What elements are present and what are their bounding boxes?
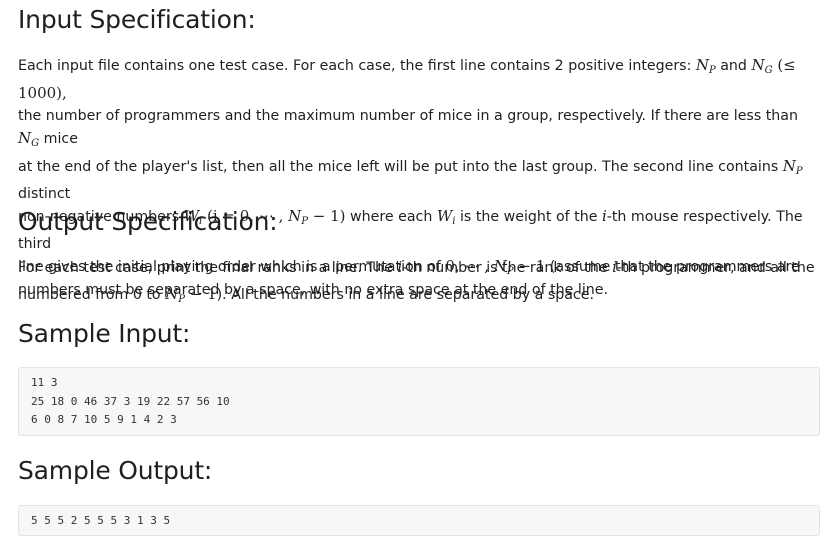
sample-input-title: Sample Input: <box>18 319 191 348</box>
text: -th programmer, and all the <box>616 260 815 276</box>
text: For each test case, print the final rank… <box>18 260 398 276</box>
code-line: 6 0 8 7 10 5 9 1 4 2 3 <box>31 413 177 426</box>
sample-output-code[interactable]: 5 5 5 2 5 5 5 3 1 3 5 <box>18 505 820 536</box>
text: numbers must be separated by a space, wi… <box>18 282 608 298</box>
math-ng: NG <box>18 129 40 149</box>
text: and <box>715 58 752 74</box>
text: the number of programmers and the maximu… <box>18 108 798 124</box>
text: distinct <box>18 186 71 202</box>
text: Each input file contains one test case. … <box>18 58 696 74</box>
text: at the end of the player's list, then al… <box>18 159 783 175</box>
output-spec-title: Output Specification: <box>18 207 278 236</box>
math-w: Wi <box>436 207 456 227</box>
text: is the weight of the <box>455 209 602 225</box>
text: -th number is the rank of the <box>402 260 613 276</box>
math-np: NP <box>782 157 803 177</box>
code-line: 11 3 <box>31 376 58 389</box>
math-np: NP <box>695 56 716 76</box>
sample-output-title: Sample Output: <box>18 456 213 485</box>
text: mice <box>39 131 78 147</box>
math-ng: NG <box>751 56 773 76</box>
output-spec-text: For each test case, print the final rank… <box>18 256 818 301</box>
code-line: 25 18 0 46 37 3 19 22 57 56 10 <box>31 394 230 408</box>
sample-input-code[interactable]: 11 3 25 18 0 46 37 3 19 22 57 56 10 6 0 8 … <box>18 367 820 436</box>
input-spec-title: Input Specification: <box>18 5 256 34</box>
math-np: NP <box>288 207 309 227</box>
text: where each <box>345 209 437 225</box>
code-line: 5 5 5 2 5 5 5 3 1 3 5 <box>31 514 171 527</box>
math-range-end: − 1) <box>308 207 346 225</box>
